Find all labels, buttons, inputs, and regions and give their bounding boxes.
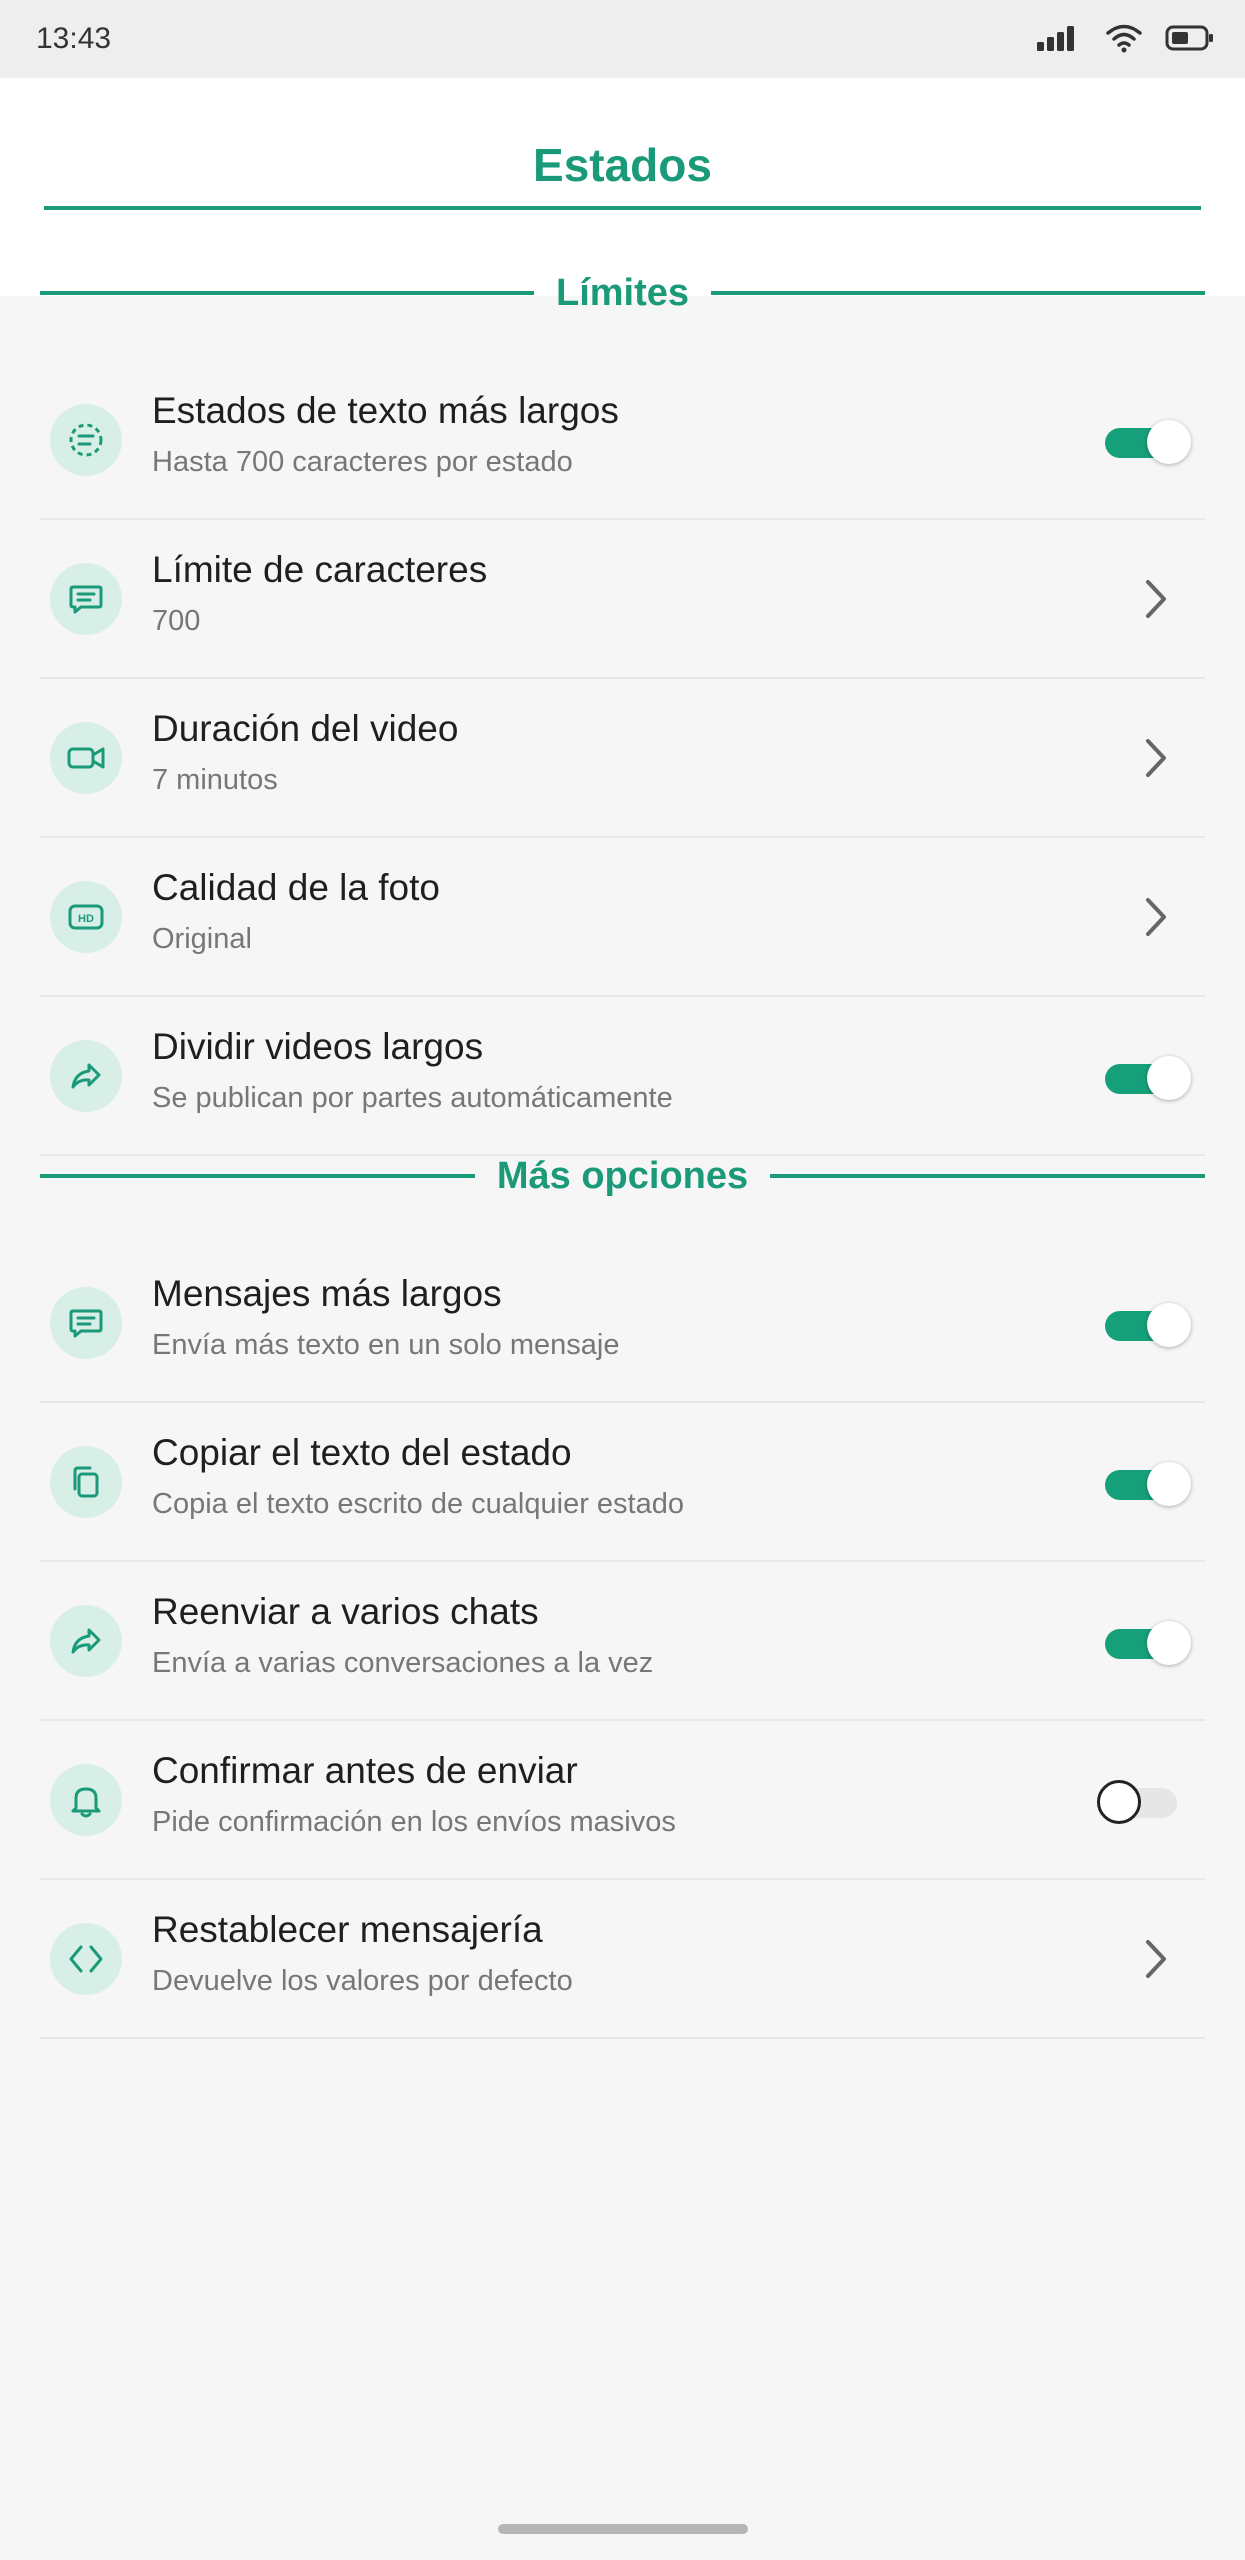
status-bar: 13:43 <box>0 0 1245 78</box>
signal-icon <box>1037 26 1074 51</box>
setting-row-estados-texto-largos[interactable]: Estados de texto más largos Hasta 700 ca… <box>40 362 1205 520</box>
setting-row-reenviar-varios[interactable]: Reenviar a varios chats Envía a varias c… <box>40 1563 1205 1721</box>
setting-subtitle: Copia el texto escrito de cualquier esta… <box>152 1488 684 1520</box>
divider <box>40 1174 475 1178</box>
toggle-switch-on[interactable] <box>1105 1621 1191 1665</box>
setting-subtitle: Devuelve los valores por defecto <box>152 1965 573 1997</box>
copy-icon <box>50 1446 122 1518</box>
bell-icon <box>50 1764 122 1836</box>
toggle-switch-on[interactable] <box>1105 420 1191 464</box>
status-time: 13:43 <box>36 22 112 55</box>
share-arrow-icon <box>50 1040 122 1112</box>
setting-value: Original <box>152 923 252 955</box>
setting-row-limite-caracteres[interactable]: Límite de caracteres 700 <box>40 521 1205 679</box>
setting-title: Restablecer mensajería <box>152 1909 543 1950</box>
setting-value: 700 <box>152 605 201 637</box>
setting-title: Estados de texto más largos <box>152 390 619 431</box>
toggle-switch-on[interactable] <box>1105 1056 1191 1100</box>
page-header: Estados <box>0 78 1245 296</box>
chevron-right-icon <box>1146 739 1166 777</box>
setting-title: Calidad de la foto <box>152 867 440 908</box>
svg-text:HD: HD <box>78 913 94 925</box>
section-title: Más opciones <box>496 1154 749 1197</box>
chevron-right-icon <box>1146 898 1166 936</box>
toggle-switch-on[interactable] <box>1105 1462 1191 1506</box>
setting-title: Mensajes más largos <box>152 1273 502 1314</box>
section-header-mas-opciones: Más opciones <box>40 1151 1206 1201</box>
section-title: Límites <box>555 271 690 314</box>
setting-subtitle: Pide confirmación en los envíos masivos <box>152 1806 676 1838</box>
toggle-switch-on[interactable] <box>1105 1303 1191 1347</box>
title-underline <box>44 206 1201 210</box>
setting-row-mensajes-largos[interactable]: Mensajes más largos Envía más texto en u… <box>40 1245 1205 1403</box>
setting-row-confirmar-envio[interactable]: Confirmar antes de enviar Pide confirmac… <box>40 1722 1205 1880</box>
setting-row-restablecer[interactable]: Restablecer mensajería Devuelve los valo… <box>40 1881 1205 2039</box>
divider <box>770 1174 1206 1178</box>
setting-value: 7 minutos <box>152 764 278 796</box>
chevron-right-icon <box>1146 580 1166 618</box>
chat-bubble-icon <box>50 563 122 635</box>
status-icons <box>1037 18 1215 58</box>
setting-title: Reenviar a varios chats <box>152 1591 539 1632</box>
setting-subtitle: Envía a varias conversaciones a la vez <box>152 1647 654 1679</box>
battery-icon <box>1165 25 1213 51</box>
chat-bubble-icon <box>50 1287 122 1359</box>
setting-subtitle: Envía más texto en un solo mensaje <box>152 1329 620 1361</box>
page-title: Estados <box>533 139 712 191</box>
setting-title: Límite de caracteres <box>152 549 488 590</box>
toggle-switch-off[interactable] <box>1097 1780 1183 1824</box>
setting-title: Dividir videos largos <box>152 1026 484 1067</box>
setting-title: Confirmar antes de enviar <box>152 1750 578 1791</box>
wifi-icon <box>1106 24 1142 53</box>
setting-title: Copiar el texto del estado <box>152 1432 572 1473</box>
setting-row-duracion-video[interactable]: Duración del video 7 minutos <box>40 680 1205 838</box>
setting-row-dividir-videos[interactable]: Dividir videos largos Se publican por pa… <box>40 998 1205 1156</box>
setting-row-calidad-foto[interactable]: HD Calidad de la foto Original <box>40 839 1205 997</box>
setting-subtitle: Se publican por partes automáticamente <box>152 1082 673 1114</box>
section-header-limites: Límites <box>40 268 1206 318</box>
setting-row-copiar-texto[interactable]: Copiar el texto del estado Copia el text… <box>40 1404 1205 1562</box>
setting-subtitle: Hasta 700 caracteres por estado <box>152 446 573 478</box>
code-brackets-icon <box>50 1923 122 1995</box>
setting-title: Duración del video <box>152 708 459 749</box>
video-camera-icon <box>50 722 122 794</box>
divider <box>711 291 1206 295</box>
hd-icon: HD <box>50 881 122 953</box>
home-indicator[interactable] <box>498 2524 748 2534</box>
dashed-circle-text-icon <box>50 404 122 476</box>
share-arrow-icon <box>50 1605 122 1677</box>
chevron-right-icon <box>1146 1940 1166 1978</box>
divider <box>40 291 534 295</box>
